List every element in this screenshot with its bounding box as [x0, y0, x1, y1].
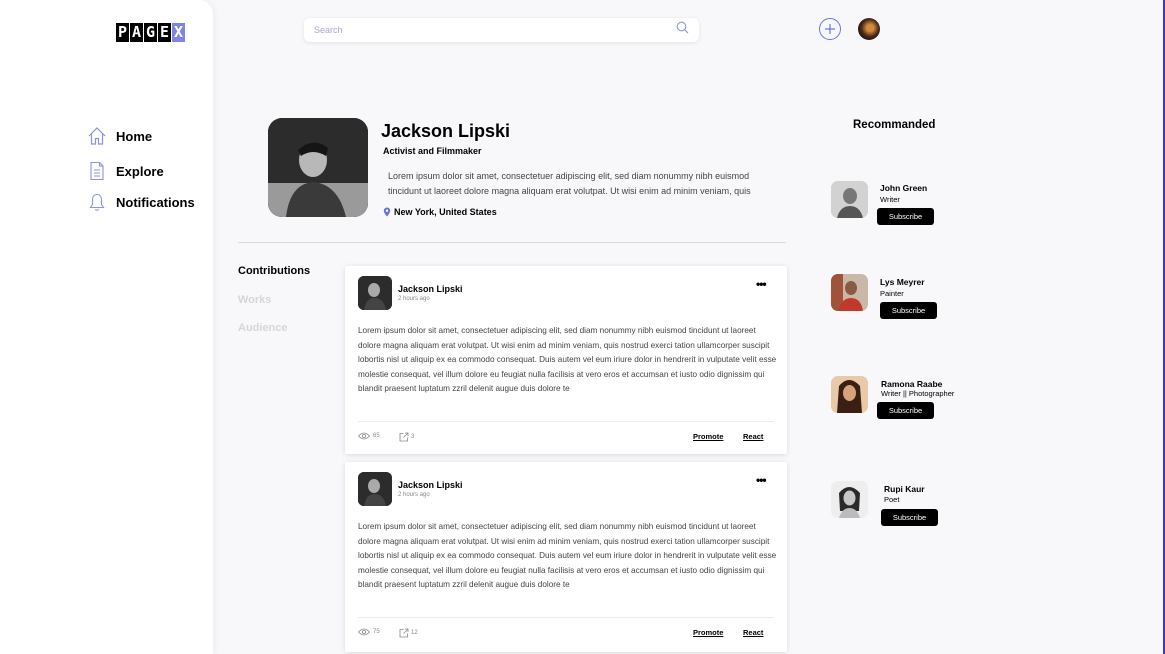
promote-link[interactable]: Promote — [693, 432, 723, 441]
post-card: Jackson Lipski 2 hours ago ••• Lorem ips… — [345, 462, 787, 652]
views-count: 65 — [358, 432, 380, 440]
subscribe-button[interactable]: Subscribe — [877, 402, 934, 419]
document-icon — [87, 161, 107, 181]
user-avatar[interactable] — [858, 18, 880, 40]
post-body: Lorem ipsum dolor sit amet, consectetuer… — [358, 326, 777, 394]
profile-photo — [268, 118, 368, 217]
sidebar: P A G E X Home Explore Notifications — [0, 0, 213, 654]
subscribe-button[interactable]: Subscribe — [880, 302, 937, 319]
logo-letter: G — [144, 23, 157, 42]
recommended-name[interactable]: John Green — [880, 183, 927, 193]
location-text: New York, United States — [394, 207, 497, 217]
subscribe-button[interactable]: Subscribe — [877, 208, 934, 225]
recommended-name[interactable]: Rupi Kaur — [884, 484, 925, 494]
plus-icon — [825, 24, 835, 34]
post-author-avatar[interactable] — [358, 276, 392, 310]
share-icon — [399, 432, 409, 442]
nav-label-explore: Explore — [116, 163, 164, 179]
more-options-icon[interactable]: ••• — [756, 473, 767, 487]
search-input[interactable] — [314, 25, 676, 35]
post-author-name[interactable]: Jackson Lipski — [398, 284, 463, 294]
post-divider — [358, 421, 774, 422]
pagex-logo[interactable]: P A G E X — [116, 23, 186, 42]
shares-count[interactable]: 12 — [399, 628, 418, 638]
recommended-avatar[interactable] — [831, 274, 868, 311]
more-options-icon[interactable]: ••• — [756, 277, 767, 291]
logo-letter: X — [172, 23, 185, 42]
subscribe-button[interactable]: Subscribe — [881, 509, 938, 526]
add-post-button[interactable] — [819, 18, 841, 40]
post-timestamp: 2 hours ago — [398, 492, 430, 498]
shares-value: 3 — [411, 434, 415, 440]
post-divider — [358, 617, 774, 618]
recommended-heading: Recommanded — [853, 119, 936, 131]
recommended-role: Poet — [884, 495, 900, 504]
recommended-avatar[interactable] — [831, 376, 868, 413]
recommended-avatar[interactable] — [831, 181, 868, 218]
recommended-role: Writer — [880, 195, 900, 204]
bell-icon — [87, 192, 107, 212]
post-timestamp: 2 hours ago — [398, 296, 430, 302]
shares-value: 12 — [411, 630, 418, 636]
react-link[interactable]: React — [743, 432, 763, 441]
react-link[interactable]: React — [743, 628, 763, 637]
nav-item-notifications[interactable]: Notifications — [87, 190, 195, 214]
search-icon[interactable] — [676, 21, 689, 39]
views-count: 75 — [358, 628, 380, 636]
recommended-name[interactable]: Lys Meyrer — [880, 277, 925, 287]
post-author-name[interactable]: Jackson Lipski — [398, 480, 463, 490]
post-card: Jackson Lipski 2 hours ago ••• Lorem ips… — [345, 266, 787, 454]
shares-count[interactable]: 3 — [399, 432, 414, 442]
profile-divider — [238, 242, 786, 243]
tab-contributions[interactable]: Contributions — [238, 265, 310, 277]
recommended-role: Writer || Photographer — [881, 389, 955, 398]
profile-location: New York, United States — [383, 207, 497, 217]
post-author-avatar[interactable] — [358, 472, 392, 506]
nav-label-notifications: Notifications — [116, 194, 195, 210]
recommended-name[interactable]: Ramona Raabe — [881, 379, 942, 389]
promote-link[interactable]: Promote — [693, 628, 723, 637]
nav-label-home: Home — [116, 128, 153, 144]
share-icon — [399, 628, 409, 638]
logo-letter: A — [130, 23, 143, 42]
tab-audience[interactable]: Audience — [238, 322, 288, 334]
logo-letter: E — [158, 23, 171, 42]
location-pin-icon — [383, 207, 391, 217]
eye-icon — [358, 432, 370, 440]
nav-item-explore[interactable]: Explore — [87, 159, 164, 183]
search-bar — [304, 18, 699, 42]
eye-icon — [358, 628, 370, 636]
nav-item-home[interactable]: Home — [87, 124, 152, 148]
profile-bio: Lorem ipsum dolor sit amet, consectetuer… — [388, 171, 751, 196]
tab-works[interactable]: Works — [238, 294, 271, 306]
views-value: 65 — [373, 433, 380, 439]
home-icon — [87, 126, 107, 146]
recommended-role: Painter — [880, 289, 904, 298]
views-value: 75 — [373, 629, 380, 635]
logo-letter: P — [116, 23, 129, 42]
post-body: Lorem ipsum dolor sit amet, consectetuer… — [358, 522, 777, 590]
profile-title: Activist and Filmmaker — [383, 146, 482, 156]
recommended-avatar[interactable] — [831, 481, 868, 518]
profile-name: Jackson Lipski — [381, 121, 511, 141]
